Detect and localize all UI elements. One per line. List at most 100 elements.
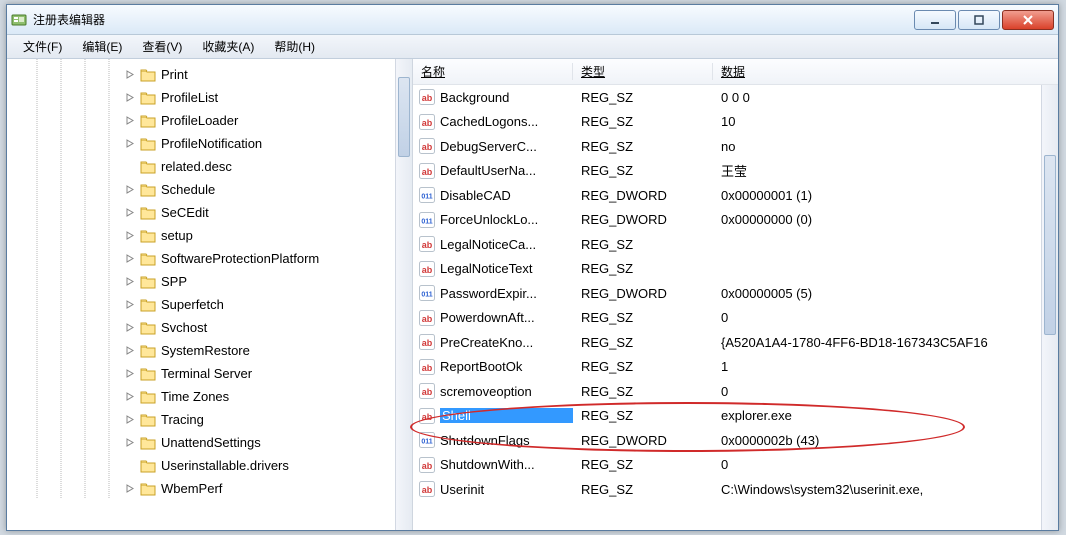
expand-icon[interactable] [125, 138, 136, 149]
tree-item-label: SystemRestore [161, 343, 250, 358]
tree-item-label: setup [161, 228, 193, 243]
value-row[interactable]: abDebugServerC...REG_SZno [413, 134, 1058, 159]
tree-item-label: SeCEdit [161, 205, 209, 220]
expand-icon[interactable] [125, 414, 136, 425]
tree-item[interactable]: SeCEdit [7, 201, 412, 224]
value-row[interactable]: abDefaultUserNa...REG_SZ王莹 [413, 159, 1058, 184]
folder-icon [140, 436, 156, 450]
tree-item-label: ProfileLoader [161, 113, 238, 128]
value-name: DebugServerC... [440, 139, 573, 154]
string-icon: ab [419, 89, 435, 105]
close-button[interactable] [1002, 10, 1054, 30]
value-row[interactable]: abReportBootOkREG_SZ1 [413, 355, 1058, 380]
value-name: Shell [440, 408, 573, 423]
expand-icon[interactable] [125, 437, 136, 448]
dword-icon: 011 [419, 212, 435, 228]
string-icon: ab [419, 163, 435, 179]
value-row[interactable]: abShutdownWith...REG_SZ0 [413, 453, 1058, 478]
value-row[interactable]: abCachedLogons...REG_SZ10 [413, 110, 1058, 135]
expand-icon[interactable] [125, 391, 136, 402]
menu-edit[interactable]: 编辑(E) [72, 35, 132, 58]
expand-icon[interactable] [125, 69, 136, 80]
tree-item[interactable]: Tracing [7, 408, 412, 431]
tree-item-label: SoftwareProtectionPlatform [161, 251, 319, 266]
value-row[interactable]: abBackgroundREG_SZ0 0 0 [413, 85, 1058, 110]
string-icon: ab [419, 334, 435, 350]
menu-file[interactable]: 文件(F) [13, 35, 72, 58]
value-row[interactable]: abPreCreateKno...REG_SZ{A520A1A4-1780-4F… [413, 330, 1058, 355]
folder-icon [140, 114, 156, 128]
expand-icon[interactable] [125, 483, 136, 494]
expand-icon[interactable] [125, 115, 136, 126]
value-type: REG_DWORD [573, 212, 713, 227]
expand-icon[interactable] [125, 345, 136, 356]
tree-item-label: Superfetch [161, 297, 224, 312]
string-icon: ab [419, 114, 435, 130]
regedit-app-icon [11, 12, 27, 28]
app-window: 注册表编辑器 文件(F) 编辑(E) 查看(V) 收藏夹(A) 帮助(H) [6, 4, 1059, 531]
expand-icon[interactable] [125, 276, 136, 287]
expand-icon[interactable] [125, 92, 136, 103]
value-row[interactable]: 011ShutdownFlagsREG_DWORD0x0000002b (43) [413, 428, 1058, 453]
expand-icon[interactable] [125, 230, 136, 241]
tree-item[interactable]: UnattendSettings [7, 431, 412, 454]
expand-icon[interactable] [125, 253, 136, 264]
menu-view[interactable]: 查看(V) [132, 35, 192, 58]
menu-help[interactable]: 帮助(H) [264, 35, 325, 58]
values-body[interactable]: abBackgroundREG_SZ0 0 0abCachedLogons...… [413, 85, 1058, 530]
value-data: 0x00000000 (0) [713, 212, 1058, 227]
tree-item[interactable]: SPP [7, 270, 412, 293]
col-name[interactable]: 名称 [413, 63, 573, 80]
minimize-button[interactable] [914, 10, 956, 30]
expand-icon[interactable] [125, 161, 136, 172]
tree-item[interactable]: ProfileNotification [7, 132, 412, 155]
tree-item[interactable]: Schedule [7, 178, 412, 201]
expand-icon[interactable] [125, 207, 136, 218]
maximize-button[interactable] [958, 10, 1000, 30]
tree-item[interactable]: Superfetch [7, 293, 412, 316]
expand-icon[interactable] [125, 460, 136, 471]
value-data: 0 [713, 457, 1058, 472]
tree-item[interactable]: Svchost [7, 316, 412, 339]
svg-text:ab: ab [422, 363, 433, 373]
value-data: C:\Windows\system32\userinit.exe, [713, 482, 1058, 497]
tree-item[interactable]: WbemPerf [7, 477, 412, 500]
tree-scroll[interactable]: PrintProfileList ProfileLoader ProfileNoti… [7, 59, 412, 530]
tree-item[interactable]: Time Zones [7, 385, 412, 408]
col-data[interactable]: 数据 [713, 63, 1058, 80]
tree-item[interactable]: SystemRestore [7, 339, 412, 362]
tree-item[interactable]: related.desc [7, 155, 412, 178]
tree-scrollbar[interactable] [395, 59, 412, 530]
svg-text:ab: ab [422, 93, 433, 103]
expand-icon[interactable] [125, 322, 136, 333]
tree-item[interactable]: setup [7, 224, 412, 247]
value-row[interactable]: abLegalNoticeCa...REG_SZ [413, 232, 1058, 257]
value-row[interactable]: abPowerdownAft...REG_SZ0 [413, 306, 1058, 331]
value-row[interactable]: 011DisableCADREG_DWORD0x00000001 (1) [413, 183, 1058, 208]
tree-item[interactable]: Terminal Server [7, 362, 412, 385]
tree-item[interactable]: SoftwareProtectionPlatform [7, 247, 412, 270]
value-row[interactable]: 011 ForceUnlockLo...REG_DWORD0x00000000 (… [413, 208, 1058, 233]
string-icon: ab [419, 408, 435, 424]
values-scrollbar[interactable] [1041, 85, 1058, 530]
expand-icon[interactable] [125, 184, 136, 195]
tree-item[interactable]: ProfileLoader [7, 109, 412, 132]
col-type[interactable]: 类型 [573, 63, 713, 80]
expand-icon[interactable] [125, 368, 136, 379]
value-row[interactable]: abLegalNoticeTextREG_SZ [413, 257, 1058, 282]
tree-item[interactable]: Userinstallable.drivers [7, 454, 412, 477]
value-row[interactable]: abShellREG_SZexplorer.exe [413, 404, 1058, 429]
value-row[interactable]: abUserinitREG_SZC:\Windows\system32\user… [413, 477, 1058, 502]
value-name: ForceUnlockLo... [440, 212, 573, 227]
tree-item[interactable]: ProfileList [7, 86, 412, 109]
tree-item[interactable]: Print [7, 63, 412, 86]
value-row[interactable]: 011PasswordExpir...REG_DWORD0x00000005 (… [413, 281, 1058, 306]
expand-icon[interactable] [125, 299, 136, 310]
menu-favorites[interactable]: 收藏夹(A) [192, 35, 264, 58]
value-data: explorer.exe [713, 408, 1058, 423]
value-data: 0 0 0 [713, 90, 1058, 105]
value-name: PasswordExpir... [440, 286, 573, 301]
value-row[interactable]: abscremoveoptionREG_SZ0 [413, 379, 1058, 404]
folder-icon [140, 459, 156, 473]
titlebar[interactable]: 注册表编辑器 [7, 5, 1058, 35]
